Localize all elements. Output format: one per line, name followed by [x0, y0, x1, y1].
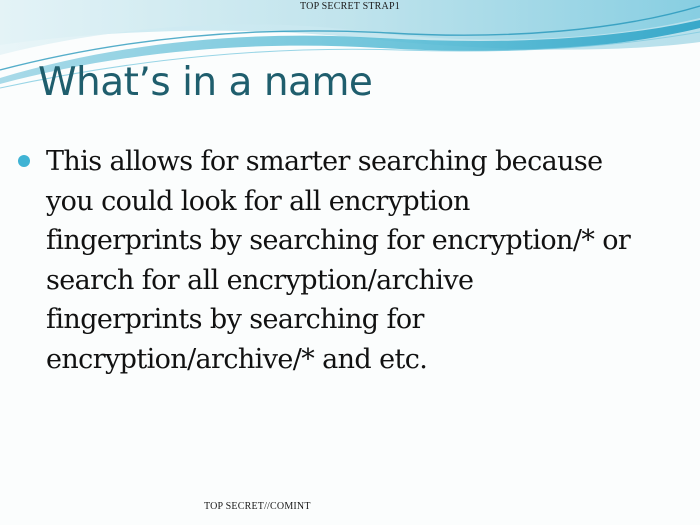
bullet-line: fingerprints by searching for — [46, 304, 424, 335]
slide-body: This allows for smarter searching becaus… — [18, 142, 688, 379]
top-classification-marking: TOP SECRET STRAP1 — [300, 1, 400, 12]
slide-title: What’s in a name — [38, 60, 373, 105]
bullet-line: fingerprints by searching for encryption… — [46, 225, 631, 256]
bullet-line: This allows for smarter searching becaus… — [46, 146, 603, 177]
bullet-line: search for all encryption/archive — [46, 264, 474, 296]
bullet-item: This allows for smarter searching becaus… — [18, 142, 688, 379]
slide: TOP SECRET STRAP1 What’s in a name This … — [0, 0, 700, 525]
bottom-classification-marking: TOP SECRET//COMINT — [204, 501, 311, 512]
bullet-dot-icon — [18, 155, 30, 167]
bullet-line: you could look for all encryption — [46, 185, 470, 217]
bullet-line: encryption/archive/* and etc. — [46, 343, 428, 375]
bullet-text: This allows for smarter searching becaus… — [46, 142, 688, 379]
